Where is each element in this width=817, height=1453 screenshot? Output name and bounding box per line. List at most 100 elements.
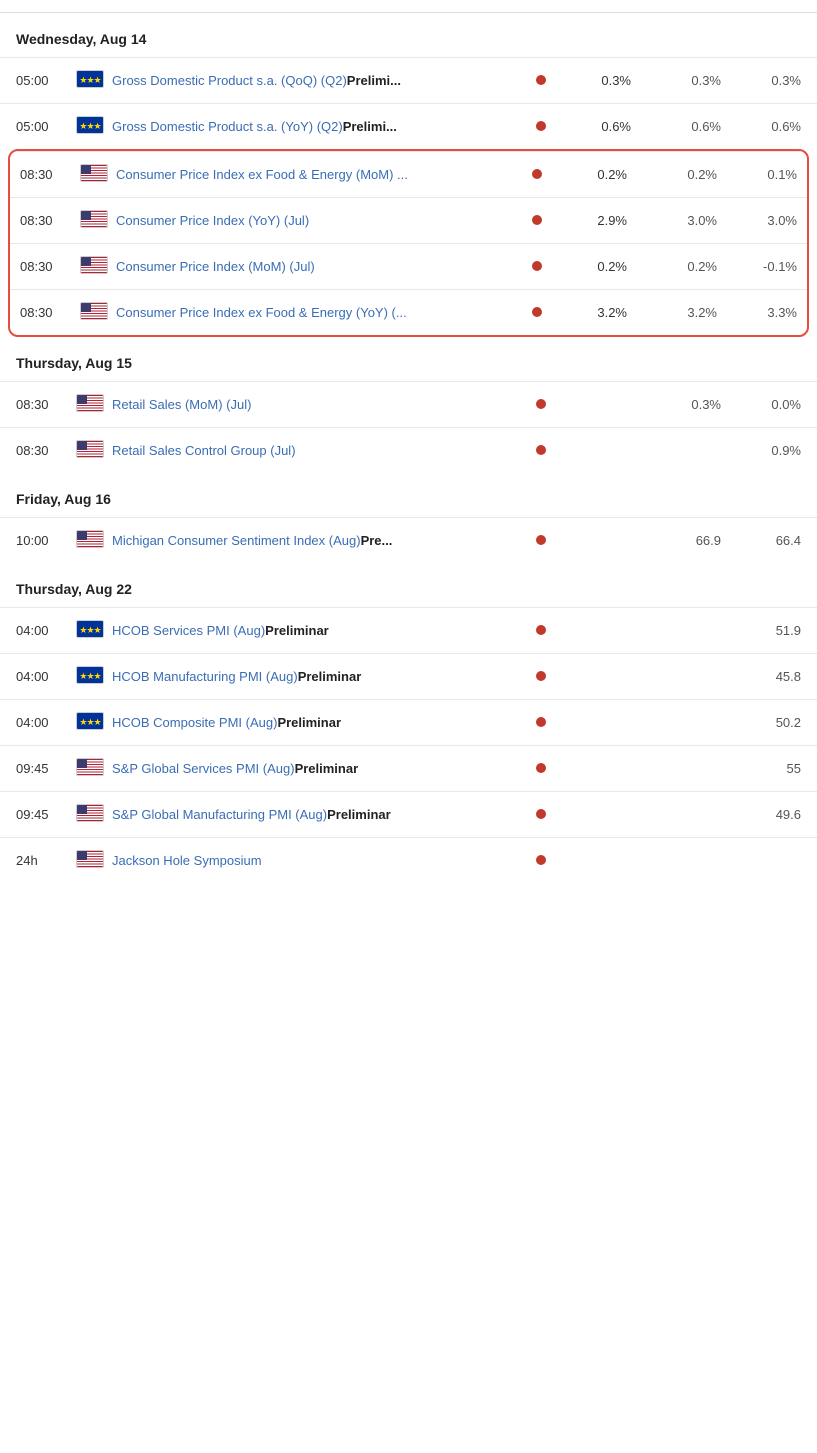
event-time: 09:45 bbox=[16, 807, 76, 822]
event-name-bold: Prelimi... bbox=[347, 73, 401, 88]
event-time: 08:30 bbox=[20, 305, 80, 320]
event-name-link[interactable]: Consumer Price Index ex Food & Energy (Y… bbox=[116, 305, 407, 320]
event-name-cell[interactable]: HCOB Services PMI (Aug)Preliminar bbox=[112, 623, 521, 638]
event-name-bold: Preliminar bbox=[295, 761, 359, 776]
event-previous: 55 bbox=[721, 761, 801, 776]
event-time: 08:30 bbox=[20, 259, 80, 274]
event-name-cell[interactable]: Consumer Price Index ex Food & Energy (M… bbox=[116, 167, 517, 182]
event-row: 05:00 ★★★ Gross Domestic Product s.a. (Y… bbox=[0, 103, 817, 149]
highlighted-group: 08:30 Consumer Price Index ex Food & Ene… bbox=[8, 149, 809, 337]
event-time: 08:30 bbox=[20, 213, 80, 228]
volatility-dot bbox=[536, 121, 546, 131]
event-flag bbox=[80, 302, 116, 323]
event-vol bbox=[517, 259, 557, 274]
event-name-link[interactable]: Gross Domestic Product s.a. (YoY) (Q2)Pr… bbox=[112, 119, 397, 134]
event-name-link[interactable]: S&P Global Services PMI (Aug)Preliminar bbox=[112, 761, 358, 776]
event-vol bbox=[521, 807, 561, 822]
event-vol bbox=[517, 213, 557, 228]
event-name-cell[interactable]: HCOB Manufacturing PMI (Aug)Preliminar bbox=[112, 669, 521, 684]
event-actual: 0.3% bbox=[561, 73, 631, 88]
us-flag bbox=[80, 302, 108, 320]
event-actual: 2.9% bbox=[557, 213, 627, 228]
event-consensus: 3.0% bbox=[627, 213, 717, 228]
event-flag bbox=[76, 440, 112, 461]
event-name-cell[interactable]: Retail Sales Control Group (Jul) bbox=[112, 443, 521, 458]
volatility-dot bbox=[536, 809, 546, 819]
event-time: 08:30 bbox=[16, 397, 76, 412]
event-flag: ★★★ bbox=[76, 70, 112, 91]
event-consensus: 0.2% bbox=[627, 167, 717, 182]
us-flag bbox=[80, 210, 108, 228]
event-name-cell[interactable]: S&P Global Manufacturing PMI (Aug)Prelim… bbox=[112, 807, 521, 822]
volatility-dot bbox=[536, 445, 546, 455]
event-consensus: 0.6% bbox=[631, 119, 721, 134]
event-previous: 0.0% bbox=[721, 397, 801, 412]
event-consensus: 3.2% bbox=[627, 305, 717, 320]
event-time: 05:00 bbox=[16, 119, 76, 134]
event-name-link[interactable]: S&P Global Manufacturing PMI (Aug)Prelim… bbox=[112, 807, 391, 822]
event-name-link[interactable]: Michigan Consumer Sentiment Index (Aug)P… bbox=[112, 533, 392, 548]
us-flag bbox=[76, 804, 104, 822]
event-time: 04:00 bbox=[16, 669, 76, 684]
event-name-bold: Preliminar bbox=[298, 669, 362, 684]
event-time: 10:00 bbox=[16, 533, 76, 548]
event-name-link[interactable]: Consumer Price Index (YoY) (Jul) bbox=[116, 213, 309, 228]
event-time: 08:30 bbox=[20, 167, 80, 182]
event-time: 08:30 bbox=[16, 443, 76, 458]
event-row: 08:30 Retail Sales Control Group (Jul) 0… bbox=[0, 427, 817, 473]
event-previous: 0.6% bbox=[721, 119, 801, 134]
event-name-cell[interactable]: Consumer Price Index ex Food & Energy (Y… bbox=[116, 305, 517, 320]
event-flag bbox=[76, 758, 112, 779]
eu-flag: ★★★ bbox=[76, 620, 104, 638]
event-name-cell[interactable]: Jackson Hole Symposium bbox=[112, 853, 521, 868]
event-flag bbox=[76, 394, 112, 415]
event-name-bold: Pre... bbox=[361, 533, 393, 548]
event-name-link[interactable]: Gross Domestic Product s.a. (QoQ) (Q2)Pr… bbox=[112, 73, 401, 88]
event-name-link[interactable]: HCOB Services PMI (Aug)Preliminar bbox=[112, 623, 329, 638]
event-consensus: 66.9 bbox=[631, 533, 721, 548]
volatility-dot bbox=[536, 763, 546, 773]
event-name-cell[interactable]: S&P Global Services PMI (Aug)Preliminar bbox=[112, 761, 521, 776]
day-header: Thursday, Aug 22 bbox=[0, 563, 817, 607]
event-name-link[interactable]: HCOB Manufacturing PMI (Aug)Preliminar bbox=[112, 669, 361, 684]
event-name-cell[interactable]: Gross Domestic Product s.a. (YoY) (Q2)Pr… bbox=[112, 119, 521, 134]
volatility-dot bbox=[536, 535, 546, 545]
event-name-link[interactable]: Consumer Price Index (MoM) (Jul) bbox=[116, 259, 315, 274]
event-previous: 3.3% bbox=[717, 305, 797, 320]
event-row: 09:45 S&P Global Manufacturing PMI (Aug)… bbox=[0, 791, 817, 837]
event-name-link[interactable]: Retail Sales (MoM) (Jul) bbox=[112, 397, 251, 412]
day-header: Friday, Aug 16 bbox=[0, 473, 817, 517]
eu-flag: ★★★ bbox=[76, 666, 104, 684]
event-name-link[interactable]: Consumer Price Index ex Food & Energy (M… bbox=[116, 167, 408, 182]
volatility-dot bbox=[536, 75, 546, 85]
event-name-link[interactable]: HCOB Composite PMI (Aug)Preliminar bbox=[112, 715, 341, 730]
event-vol bbox=[521, 669, 561, 684]
event-row: 05:00 ★★★ Gross Domestic Product s.a. (Q… bbox=[0, 57, 817, 103]
event-flag bbox=[76, 850, 112, 871]
event-time: 04:00 bbox=[16, 623, 76, 638]
event-flag: ★★★ bbox=[76, 712, 112, 733]
event-row: 24h Jackson Hole Symposium bbox=[0, 837, 817, 883]
volatility-dot bbox=[536, 717, 546, 727]
event-vol bbox=[517, 167, 557, 182]
volatility-dot bbox=[536, 625, 546, 635]
event-name-cell[interactable]: Michigan Consumer Sentiment Index (Aug)P… bbox=[112, 533, 521, 548]
event-previous: -0.1% bbox=[717, 259, 797, 274]
event-name-cell[interactable]: Consumer Price Index (YoY) (Jul) bbox=[116, 213, 517, 228]
event-name-link[interactable]: Retail Sales Control Group (Jul) bbox=[112, 443, 296, 458]
event-flag: ★★★ bbox=[76, 116, 112, 137]
event-row: 04:00 ★★★ HCOB Services PMI (Aug)Prelimi… bbox=[0, 607, 817, 653]
event-previous: 50.2 bbox=[721, 715, 801, 730]
event-time: 09:45 bbox=[16, 761, 76, 776]
event-name-cell[interactable]: Retail Sales (MoM) (Jul) bbox=[112, 397, 521, 412]
event-row: 04:00 ★★★ HCOB Composite PMI (Aug)Prelim… bbox=[0, 699, 817, 745]
event-name-bold: Preliminar bbox=[277, 715, 341, 730]
event-name-cell[interactable]: HCOB Composite PMI (Aug)Preliminar bbox=[112, 715, 521, 730]
event-row: 08:30 Consumer Price Index ex Food & Ene… bbox=[10, 151, 807, 197]
event-vol bbox=[521, 623, 561, 638]
event-row: 10:00 Michigan Consumer Sentiment Index … bbox=[0, 517, 817, 563]
event-previous: 3.0% bbox=[717, 213, 797, 228]
event-name-cell[interactable]: Gross Domestic Product s.a. (QoQ) (Q2)Pr… bbox=[112, 73, 521, 88]
event-name-cell[interactable]: Consumer Price Index (MoM) (Jul) bbox=[116, 259, 517, 274]
event-name-link[interactable]: Jackson Hole Symposium bbox=[112, 853, 262, 868]
